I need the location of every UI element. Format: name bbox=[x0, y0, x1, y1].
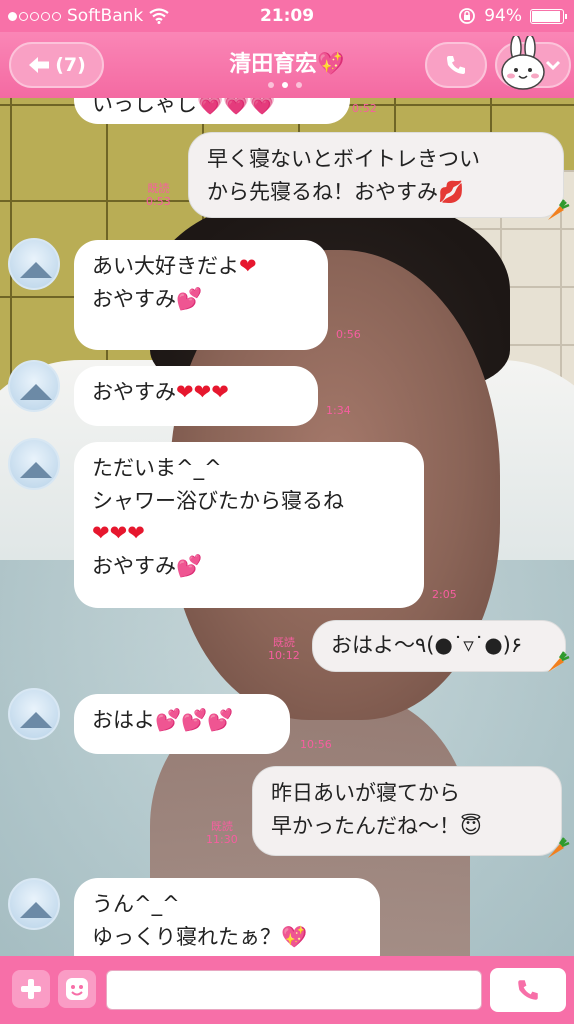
message-text: おやすみ bbox=[92, 286, 176, 311]
contact-avatar[interactable] bbox=[8, 878, 60, 930]
read-receipt: 既読 11:30 bbox=[206, 820, 238, 847]
carrot-icon bbox=[548, 837, 570, 858]
phone-icon bbox=[447, 56, 465, 74]
message-line: おやすみ💕 bbox=[92, 550, 406, 583]
message-list[interactable]: いっしゃし💗💗💗 0:52 既読 0:53 早く寝ないとボイトレきつい から先寝る… bbox=[0, 98, 574, 956]
message-bubble-received[interactable]: ただいま^_^ シャワー浴びたから寝るね ❤❤❤ おやすみ💕 bbox=[74, 442, 424, 608]
message-bubble-sent[interactable]: 昨日あいが寝てから 早かったんだね〜！😇 bbox=[252, 766, 562, 856]
battery-icon bbox=[530, 8, 567, 24]
message-bubble-received[interactable]: うん^_^ ゆっくり寝れたぁ？💖 bbox=[74, 878, 380, 956]
message-bubble-sent[interactable]: おはよ〜٩(●˙▿˙●)۶ bbox=[312, 620, 566, 672]
angel-face-icon: 😇 bbox=[460, 813, 482, 838]
page-dot bbox=[296, 82, 302, 88]
message-text: シャワー浴びたから寝るね bbox=[92, 488, 344, 513]
message-text: から先寝るね！おやすみ💋 bbox=[207, 179, 465, 204]
message-line: おやすみ❤❤❤ bbox=[92, 376, 300, 409]
message-text: おやすみ bbox=[92, 380, 176, 404]
sparkling-heart-icon: 💖 bbox=[281, 924, 308, 949]
contact-avatar[interactable] bbox=[8, 688, 60, 740]
contact-name: 清田育宏 bbox=[229, 52, 318, 77]
message-text: あい大好きだよ bbox=[92, 254, 239, 278]
message-line: おやすみ💕 bbox=[92, 283, 310, 316]
message-time: 10:56 bbox=[300, 738, 332, 751]
page-indicator bbox=[268, 82, 302, 88]
page-dot bbox=[282, 82, 288, 88]
red-heart-icon: ❤❤❤ bbox=[92, 521, 145, 546]
call-button[interactable] bbox=[425, 42, 487, 88]
two-hearts-icon: 💕 bbox=[176, 286, 203, 311]
add-attachment-button[interactable] bbox=[12, 970, 50, 1008]
message-bubble-received[interactable]: いっしゃし💗💗💗 bbox=[74, 98, 350, 124]
read-receipt: 既読 10:12 bbox=[268, 636, 300, 663]
chat-title: 清田育宏💖 bbox=[0, 46, 574, 78]
message-text: うん^_^ bbox=[92, 892, 180, 916]
message-text: おやすみ bbox=[92, 553, 176, 578]
contact-avatar[interactable] bbox=[8, 438, 60, 490]
read-receipt: 既読 0:53 bbox=[146, 182, 171, 209]
message-text: 早かったんだね〜！ bbox=[271, 813, 460, 838]
phone-icon bbox=[518, 980, 538, 1000]
message-line: 早かったんだね〜！😇 bbox=[271, 810, 543, 843]
status-bar: SoftBank 21:09 94% bbox=[0, 0, 574, 32]
message-text: いっしゃし💗💗💗 bbox=[92, 98, 276, 116]
carrot-icon bbox=[548, 199, 570, 220]
contact-avatar[interactable] bbox=[8, 360, 60, 412]
plus-icon bbox=[21, 979, 41, 999]
rotation-lock-icon bbox=[459, 8, 476, 24]
emoji-icon bbox=[66, 978, 88, 1000]
red-heart-icon: ❤❤❤ bbox=[176, 380, 229, 404]
sparkling-heart-icon: 💖 bbox=[317, 52, 345, 77]
voice-call-button[interactable] bbox=[490, 968, 566, 1012]
carrot-icon bbox=[548, 651, 570, 672]
chevron-down-icon bbox=[545, 60, 561, 71]
message-bubble-received[interactable]: おはよ💕💕💕 bbox=[74, 694, 290, 754]
message-time: 1:34 bbox=[326, 404, 351, 417]
message-text: おはよ〜٩(●˙▿˙●)۶ bbox=[331, 633, 523, 657]
message-text: 早く寝ないとボイトレきつい bbox=[207, 147, 480, 171]
two-hearts-icon: 💕 bbox=[176, 553, 203, 578]
status-right: 94% bbox=[458, 6, 567, 26]
message-bubble-received[interactable]: あい大好きだよ❤ おやすみ💕 bbox=[74, 240, 328, 350]
message-time: 0:56 bbox=[336, 328, 361, 341]
input-bar bbox=[0, 956, 574, 1024]
message-line: おはよ💕💕💕 bbox=[92, 704, 272, 737]
chat-header: (7) 清田育宏💖 bbox=[0, 32, 574, 98]
message-text: 昨日あいが寝てから bbox=[271, 781, 460, 805]
message-bubble-sent[interactable]: 早く寝ないとボイトレきつい から先寝るね！おやすみ💋 bbox=[188, 132, 564, 218]
two-hearts-icon: 💕💕💕 bbox=[155, 708, 234, 732]
message-line: ゆっくり寝れたぁ？💖 bbox=[92, 921, 362, 954]
bunny-sticker-icon bbox=[501, 36, 545, 90]
contact-avatar[interactable] bbox=[8, 238, 60, 290]
message-input[interactable] bbox=[106, 970, 482, 1010]
sticker-button[interactable] bbox=[58, 970, 96, 1008]
message-time: 0:52 bbox=[352, 102, 377, 115]
page-dot bbox=[268, 82, 274, 88]
message-text: ゆっくり寝れたぁ？ bbox=[92, 924, 281, 949]
message-bubble-received[interactable]: おやすみ❤❤❤ bbox=[74, 366, 318, 426]
message-line: あい大好きだよ❤ bbox=[92, 250, 310, 283]
message-text: ただいま^_^ bbox=[92, 456, 222, 480]
message-text: おはよ bbox=[92, 708, 155, 732]
battery-percent: 94% bbox=[484, 6, 522, 26]
red-heart-icon: ❤ bbox=[239, 254, 257, 278]
message-time: 2:05 bbox=[432, 588, 457, 601]
